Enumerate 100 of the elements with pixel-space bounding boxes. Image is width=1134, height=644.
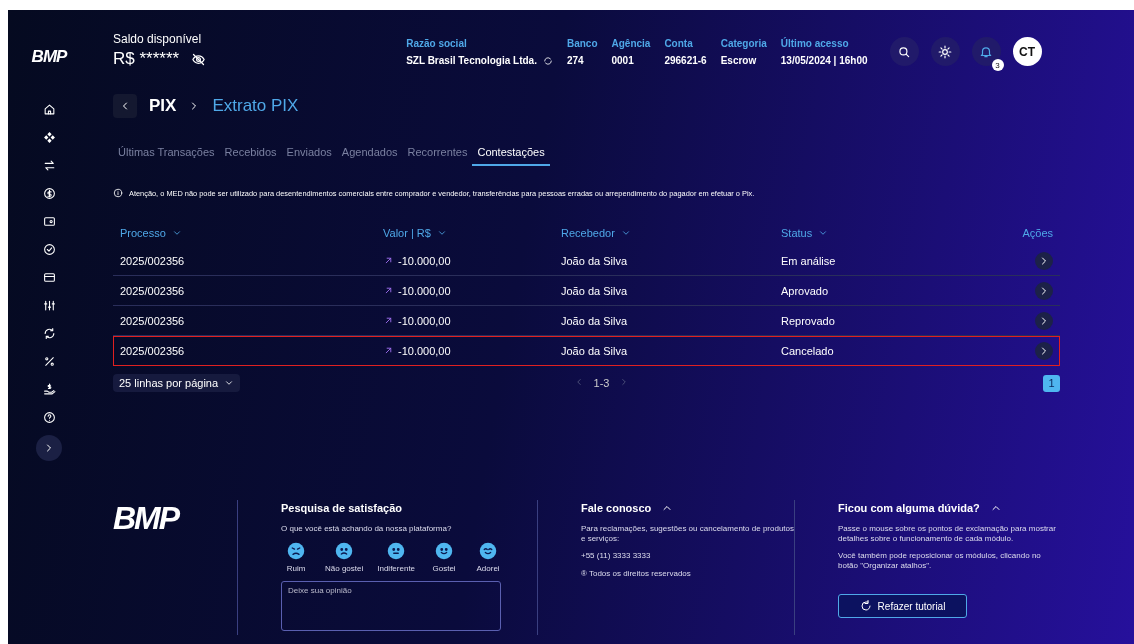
caret-icon bbox=[436, 228, 447, 238]
arrow-up-right-icon bbox=[383, 315, 394, 326]
tab[interactable]: Recorrentes bbox=[402, 142, 473, 166]
avatar-button[interactable]: CT bbox=[1012, 37, 1042, 66]
arrow-up-right-icon bbox=[383, 345, 394, 356]
back-button[interactable] bbox=[113, 94, 137, 118]
search-button[interactable] bbox=[889, 37, 919, 66]
rows-per-page-select[interactable]: 25 linhas por página bbox=[113, 374, 241, 392]
sun-icon bbox=[938, 44, 953, 59]
table-row[interactable]: 2025/002356 -10.000,00 João da Silva Em análise bbox=[113, 246, 1060, 276]
info-value: Escrow bbox=[720, 55, 757, 66]
receiver-cell-text: João da Silva bbox=[561, 284, 629, 297]
phone-number: +55 (11) 3333 3333 bbox=[581, 551, 652, 561]
rating-option[interactable]: Não gostei bbox=[325, 541, 364, 573]
caret-icon bbox=[620, 228, 631, 238]
info-value: SZL Brasil Tecnologia Ltda. bbox=[406, 55, 537, 66]
status-cell-text: Aprovado bbox=[781, 284, 830, 297]
notifications-button[interactable] bbox=[971, 37, 1001, 66]
balance-label: Saldo disponível bbox=[113, 32, 203, 46]
percent-icon bbox=[42, 355, 56, 368]
wallet-icon bbox=[42, 215, 56, 228]
caret-icon bbox=[224, 378, 235, 388]
check-circle-icon bbox=[42, 243, 56, 256]
page-button[interactable]: 1 bbox=[1043, 374, 1060, 392]
status-cell-text: Reprovado bbox=[781, 314, 836, 327]
diamond-icon bbox=[42, 131, 56, 144]
process-cell-text: 2025/002356 bbox=[120, 284, 186, 297]
tab[interactable]: Agendados bbox=[336, 142, 403, 166]
info-value: 296621-6 bbox=[664, 55, 707, 66]
value-cell: -10.000,00 bbox=[398, 314, 451, 327]
column-header[interactable]: Valor | R$ bbox=[383, 227, 431, 239]
refresh-icon bbox=[42, 327, 56, 340]
refresh-icon bbox=[542, 55, 553, 66]
page-title: Extrato PIX bbox=[212, 96, 299, 116]
info-label: Razão social bbox=[406, 38, 468, 49]
help-icon bbox=[42, 411, 56, 424]
process-cell-text: 2025/002356 bbox=[120, 314, 186, 327]
info-value: 13/05/2024 | 16h00 bbox=[780, 55, 868, 66]
row-action-button[interactable] bbox=[1035, 281, 1053, 300]
rating-option[interactable]: Gostei bbox=[429, 541, 460, 573]
rating-option[interactable]: Adorei bbox=[473, 541, 504, 573]
contact-text: Para reclamações, sugestões ou cancelamento de produtos e serviços: bbox=[581, 524, 794, 544]
rating-option[interactable]: Ruim bbox=[281, 541, 311, 573]
caret-icon bbox=[171, 228, 182, 238]
eye-off-icon bbox=[191, 51, 207, 67]
info-label: Agência bbox=[611, 38, 651, 49]
info-label: Categoria bbox=[720, 38, 767, 49]
info-label: Banco bbox=[566, 38, 598, 49]
footer-logo: BMP bbox=[113, 500, 180, 538]
row-action-button[interactable] bbox=[1035, 341, 1053, 360]
help-title: Ficou com alguma dúvida? bbox=[838, 502, 980, 514]
arrows-icon bbox=[42, 159, 56, 172]
balance-value: R$ ****** bbox=[113, 49, 180, 69]
tutorial-button[interactable]: Refazer tutorial bbox=[838, 594, 967, 619]
column-header: Ações bbox=[1022, 227, 1053, 239]
row-action-button[interactable] bbox=[1035, 251, 1053, 270]
process-cell-text: 2025/002356 bbox=[120, 254, 186, 267]
caret-icon bbox=[818, 228, 829, 238]
receiver-cell-text: João da Silva bbox=[561, 254, 629, 267]
search-icon bbox=[897, 44, 912, 59]
face-icon bbox=[435, 541, 454, 560]
status-cell-text: Cancelado bbox=[781, 344, 835, 357]
receiver-cell-text: João da Silva bbox=[561, 314, 629, 327]
survey-title: Pesquisa de satisfação bbox=[281, 501, 404, 516]
sliders-icon bbox=[42, 299, 56, 312]
dollar-icon bbox=[42, 187, 56, 200]
highlighted-row[interactable]: 2025/002356 -10.000,00 João da Silva Cancelado bbox=[113, 336, 1060, 366]
info-label: Conta bbox=[664, 38, 694, 49]
table-row[interactable]: 2025/002356 -10.000,00 João da Silva Aprovado bbox=[113, 276, 1060, 306]
bell-icon bbox=[979, 44, 994, 59]
column-header[interactable]: Recebedor bbox=[561, 227, 615, 239]
tab[interactable]: Contestações bbox=[472, 142, 550, 166]
column-header[interactable]: Processo bbox=[120, 227, 166, 239]
survey-question: O que você está achando da nossa plataforma? bbox=[281, 524, 453, 534]
logo: BMP bbox=[31, 47, 67, 67]
theme-button[interactable] bbox=[930, 37, 960, 66]
opinion-field[interactable]: Deixe sua opinião bbox=[281, 580, 501, 631]
help-text: Passe o mouse sobre os pontos de exclamação para mostrar detalhes sobre o funcionamento de cada módulo. bbox=[838, 524, 1057, 544]
tab[interactable]: Recebidos bbox=[219, 142, 282, 166]
tab[interactable]: Últimas Transações bbox=[113, 142, 220, 166]
process-cell-text: 2025/002356 bbox=[120, 344, 186, 357]
table-row[interactable]: 2025/002356 -10.000,00 João da Silva Reprovado bbox=[113, 306, 1060, 336]
rating-option[interactable]: Indiferente bbox=[377, 541, 416, 573]
status-cell-text: Em análise bbox=[781, 254, 837, 267]
info-icon bbox=[113, 188, 123, 198]
hand-money-icon bbox=[42, 383, 56, 396]
info-value: 274 bbox=[566, 55, 584, 66]
face-icon bbox=[287, 541, 305, 560]
help-text: Você também pode reposicionar os módulos, clicando no botão "Organizar atalhos". bbox=[838, 551, 1042, 571]
breadcrumb-root[interactable]: PIX bbox=[149, 96, 177, 116]
card-icon bbox=[42, 271, 56, 284]
arrow-up-right-icon bbox=[383, 285, 394, 296]
face-icon bbox=[479, 541, 498, 560]
page-range: 1-3 bbox=[593, 377, 610, 389]
row-action-button[interactable] bbox=[1035, 311, 1053, 330]
tab[interactable]: Enviados bbox=[281, 142, 337, 166]
value-cell: -10.000,00 bbox=[398, 284, 451, 297]
column-header[interactable]: Status bbox=[781, 227, 813, 239]
info-label: Último acesso bbox=[780, 38, 850, 49]
home-icon bbox=[42, 103, 56, 116]
